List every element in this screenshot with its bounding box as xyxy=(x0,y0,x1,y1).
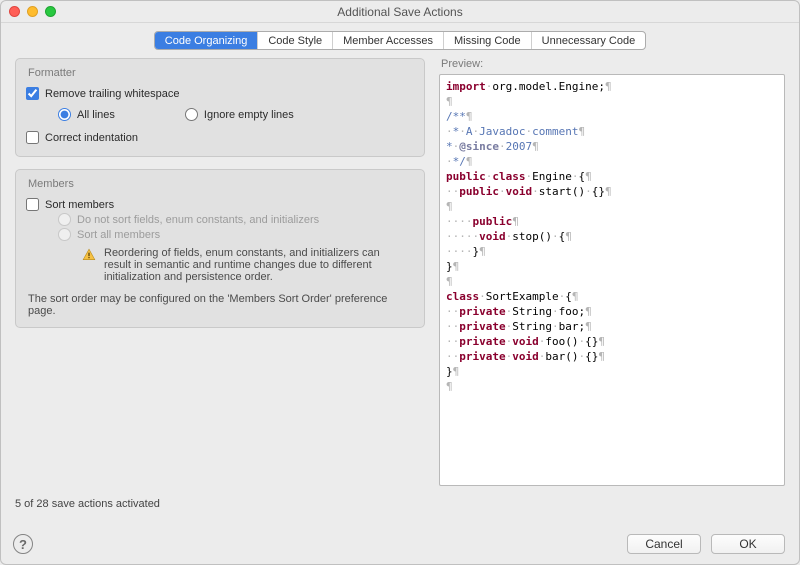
dialog-window: Additional Save Actions Code OrganizingC… xyxy=(0,0,800,565)
tab-member-accesses[interactable]: Member Accesses xyxy=(333,32,444,49)
options-column: Formatter Remove trailing whitespace All… xyxy=(15,58,425,486)
do-not-sort-radio xyxy=(58,213,71,226)
help-icon[interactable]: ? xyxy=(13,534,33,554)
content-area: Formatter Remove trailing whitespace All… xyxy=(1,58,799,494)
sort-members-checkbox-row[interactable]: Sort members xyxy=(26,198,414,211)
correct-indentation-checkbox[interactable] xyxy=(26,131,39,144)
sort-all-radio xyxy=(58,228,71,241)
sort-order-hint: The sort order may be configured on the … xyxy=(26,293,414,317)
zoom-icon[interactable] xyxy=(45,6,56,17)
ignore-empty-lines-radio[interactable] xyxy=(185,108,198,121)
remove-trailing-whitespace-label: Remove trailing whitespace xyxy=(45,88,180,100)
all-lines-radio-row[interactable]: All lines xyxy=(58,108,115,121)
tabs-row: Code OrganizingCode StyleMember Accesses… xyxy=(1,23,799,58)
correct-indentation-label: Correct indentation xyxy=(45,132,138,144)
window-title: Additional Save Actions xyxy=(1,5,799,19)
sort-warning-row: Reordering of fields, enum constants, an… xyxy=(26,247,414,283)
ok-button[interactable]: OK xyxy=(711,534,785,554)
all-lines-radio[interactable] xyxy=(58,108,71,121)
cancel-button[interactable]: Cancel xyxy=(627,534,701,554)
ignore-empty-lines-radio-row[interactable]: Ignore empty lines xyxy=(185,108,294,121)
members-group: Members Sort members Do not sort fields,… xyxy=(15,169,425,328)
remove-trailing-whitespace-checkbox-row[interactable]: Remove trailing whitespace xyxy=(26,87,414,100)
tab-missing-code[interactable]: Missing Code xyxy=(444,32,532,49)
members-group-title: Members xyxy=(28,178,414,190)
help-glyph: ? xyxy=(19,537,27,552)
titlebar: Additional Save Actions xyxy=(1,1,799,23)
footer: 5 of 28 save actions activated ? Cancel … xyxy=(1,494,799,564)
tab-code-style[interactable]: Code Style xyxy=(258,32,333,49)
correct-indentation-checkbox-row[interactable]: Correct indentation xyxy=(26,131,414,144)
sort-members-label: Sort members xyxy=(45,199,114,211)
remove-trailing-whitespace-checkbox[interactable] xyxy=(26,87,39,100)
formatter-group-title: Formatter xyxy=(28,67,414,79)
sort-members-checkbox[interactable] xyxy=(26,198,39,211)
spacer xyxy=(15,340,425,486)
tab-code-organizing[interactable]: Code Organizing xyxy=(155,32,259,49)
trailing-whitespace-radios: All lines Ignore empty lines xyxy=(26,106,414,123)
all-lines-label: All lines xyxy=(77,109,115,121)
sort-all-radio-row: Sort all members xyxy=(26,228,414,241)
sort-all-label: Sort all members xyxy=(77,229,160,241)
do-not-sort-label: Do not sort fields, enum constants, and … xyxy=(77,214,319,226)
formatter-group: Formatter Remove trailing whitespace All… xyxy=(15,58,425,157)
close-icon[interactable] xyxy=(9,6,20,17)
minimize-icon[interactable] xyxy=(27,6,38,17)
preview-label: Preview: xyxy=(441,58,785,70)
warning-icon xyxy=(82,248,96,262)
tab-unnecessary-code[interactable]: Unnecessary Code xyxy=(532,32,646,49)
do-not-sort-radio-row: Do not sort fields, enum constants, and … xyxy=(26,213,414,226)
window-controls xyxy=(9,6,56,17)
status-text: 5 of 28 save actions activated xyxy=(15,498,160,510)
preview-column: Preview: import·org.model.Engine;¶ ¶ /**… xyxy=(439,58,785,486)
tab-bar: Code OrganizingCode StyleMember Accesses… xyxy=(154,31,646,50)
preview-box[interactable]: import·org.model.Engine;¶ ¶ /**¶ ·*·A·Ja… xyxy=(439,74,785,486)
sort-warning-text: Reordering of fields, enum constants, an… xyxy=(104,247,408,283)
ignore-empty-lines-label: Ignore empty lines xyxy=(204,109,294,121)
button-row: Cancel OK xyxy=(627,534,785,554)
